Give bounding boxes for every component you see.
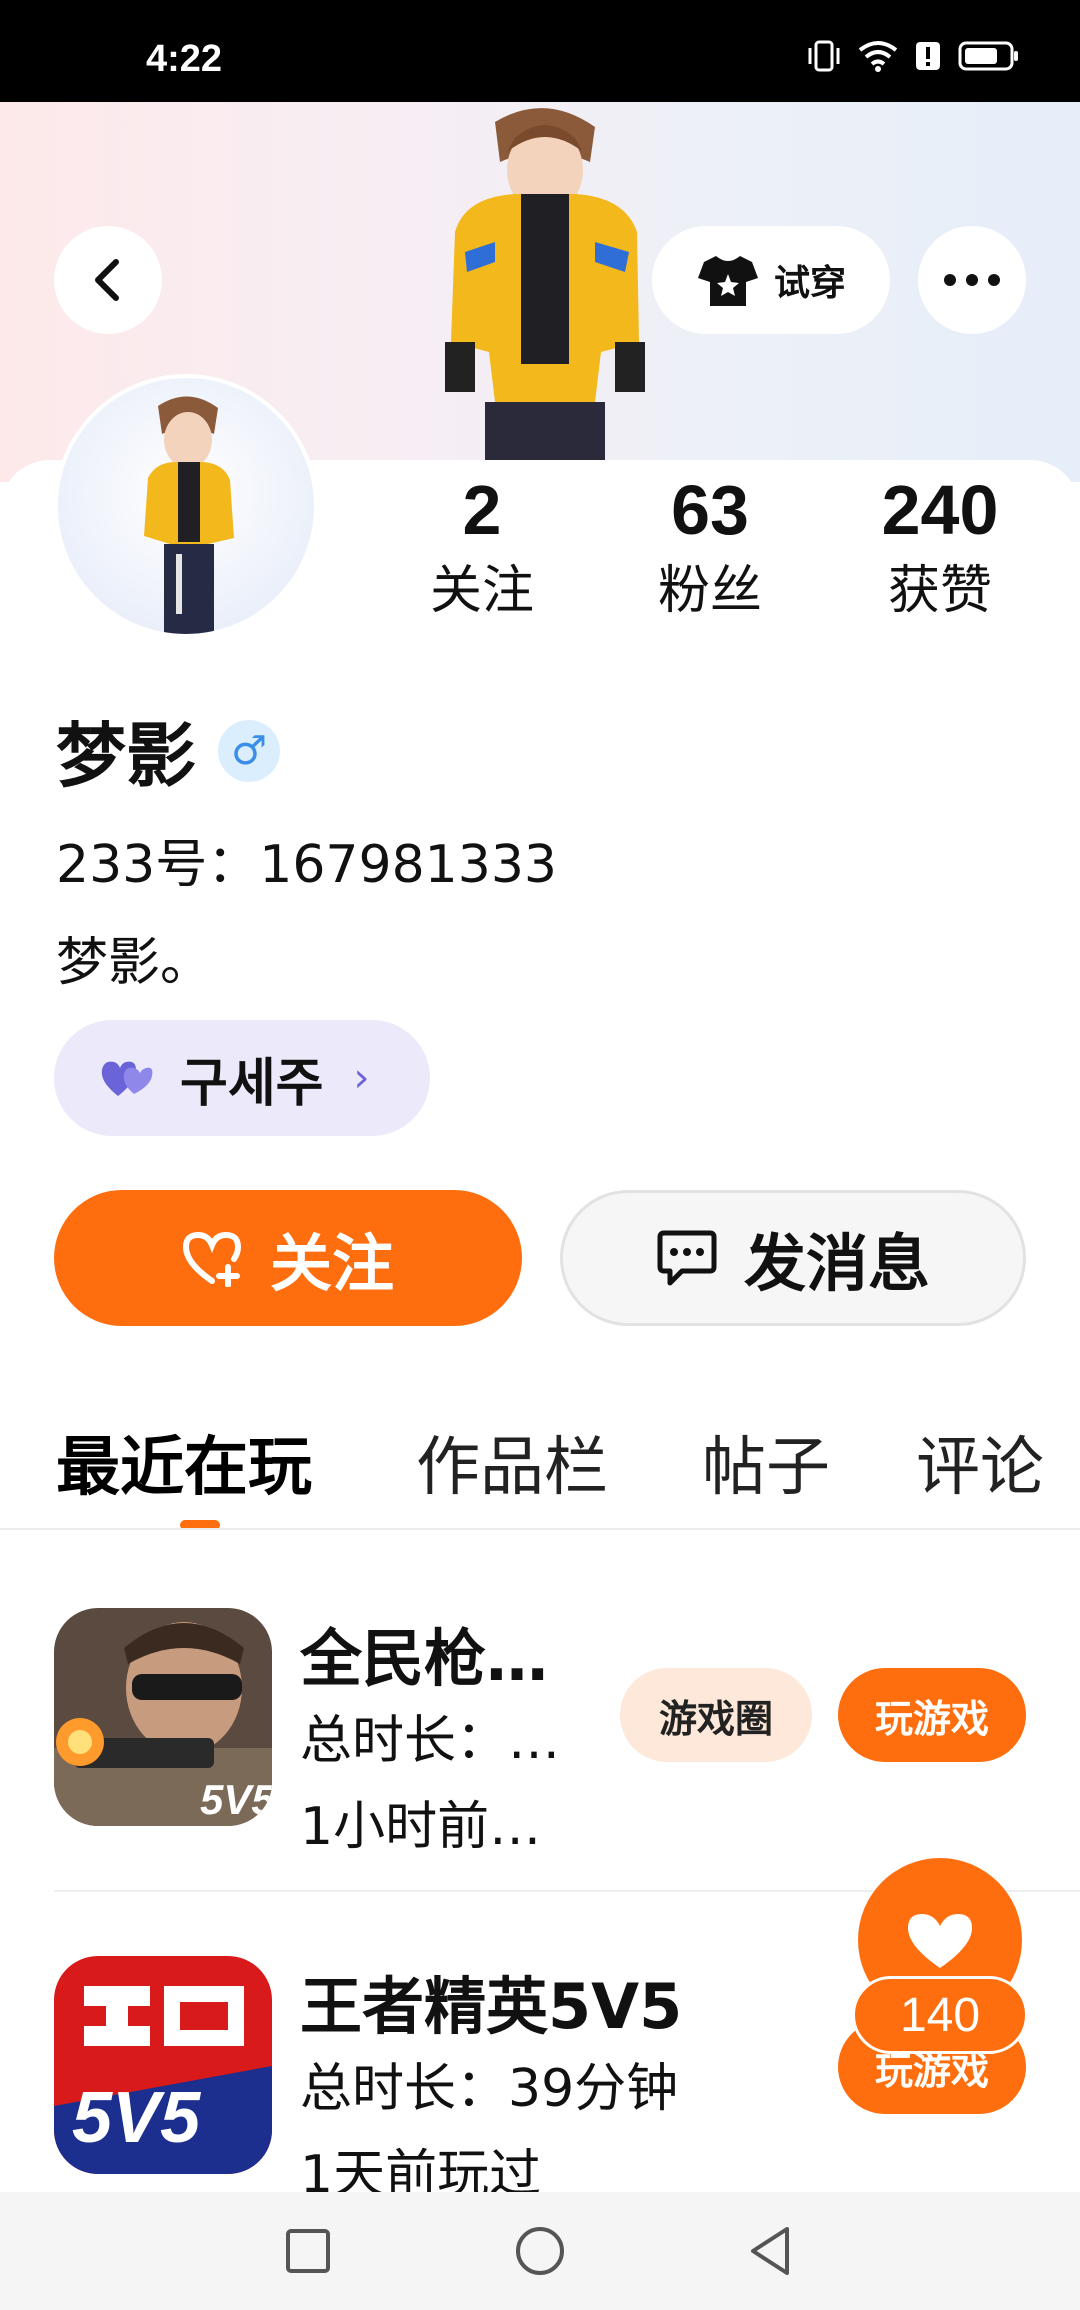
tab-recently-played[interactable]: 最近在玩 [56,1416,312,1508]
back-button[interactable] [54,226,162,334]
game-title: 全民枪… [300,1622,549,1695]
hearts-icon [101,1061,153,1096]
nickname: 梦影 [56,715,196,797]
send-message-label: 发消息 [743,1227,930,1300]
stat-likes[interactable]: 240 获赞 [850,470,1030,626]
stat-following-count: 2 [462,471,502,549]
profile-tabs: 最近在玩 作品栏 帖子 评论 [0,1400,1080,1530]
avatar[interactable] [54,374,318,638]
stat-fans-label: 粉丝 [657,561,762,621]
banner-character-image [445,108,645,462]
more-dots-icon [944,274,1000,286]
heart-icon [908,1914,972,1968]
triangle-back-icon [751,2227,789,2275]
heart-plus-icon [182,1231,241,1287]
circle-icon [516,2227,564,2275]
status-time: 4:22 [146,38,223,80]
system-nav-bar [0,2192,1080,2310]
guild-chip[interactable]: 구세주 › [54,1020,430,1136]
game-circle-button[interactable]: 游戏圈 [620,1668,812,1762]
chevron-left-icon [95,259,119,301]
game-icon-shooter[interactable]: 5V5 [54,1608,272,1826]
status-bar: 4:22 [0,0,1080,102]
stat-fans-count: 63 [671,471,749,549]
home-button[interactable] [480,2192,600,2310]
battery-icon [958,41,1018,71]
svg-text:5V5: 5V5 [200,1776,272,1823]
stats-row: 2 关注 63 粉丝 240 获赞 [420,470,1060,640]
tshirt-icon [697,256,758,306]
stat-following[interactable]: 2 关注 [392,470,572,626]
signature: 梦影。 [56,933,213,993]
tabs-divider [0,1528,1080,1530]
svg-text:5V5: 5V5 [72,2078,201,2158]
tab-works[interactable]: 作品栏 [416,1416,608,1508]
chevron-right-icon: › [353,1055,370,1101]
send-message-button[interactable]: 发消息 [560,1190,1026,1326]
floating-like-count: 140 [852,1976,1028,2054]
stat-following-label: 关注 [429,561,534,621]
vibrate-icon [808,40,840,72]
stat-likes-count: 240 [881,471,999,549]
follow-label: 关注 [269,1227,394,1300]
stat-fans[interactable]: 63 粉丝 [620,470,800,626]
game-duration: 总时长：39分钟 [300,2059,679,2119]
back-nav-button[interactable] [710,2192,830,2310]
male-gender-icon: ♂ [218,719,280,782]
play-game-button[interactable]: 玩游戏 [838,1668,1026,1762]
tab-posts[interactable]: 帖子 [702,1416,830,1508]
wifi-icon [858,41,898,72]
guild-name: 구세주 [180,1053,324,1114]
game-icon-kings-elite[interactable]: 5V5 [54,1956,272,2174]
try-on-button[interactable]: 试穿 [652,226,890,334]
stat-likes-label: 获赞 [887,561,992,621]
follow-button[interactable]: 关注 [54,1190,522,1326]
square-icon [286,2229,330,2273]
game-title: 王者精英5V5 [300,1970,683,2043]
user-id[interactable]: 233号：167981333 [56,822,557,897]
try-on-label: 试穿 [773,263,846,304]
alert-icon [916,42,940,70]
nickname-row: 梦影 ♂ [56,700,280,801]
game-last-played: 1小时前… [300,1797,542,1857]
more-options-button[interactable] [918,226,1026,334]
status-icons [806,40,1020,72]
recents-button[interactable] [248,2192,368,2310]
game-duration: 总时长：… [300,1711,561,1771]
avatar-character-image [144,396,234,634]
chat-bubble-icon [657,1230,717,1286]
tab-comments[interactable]: 评论 [916,1416,1044,1508]
